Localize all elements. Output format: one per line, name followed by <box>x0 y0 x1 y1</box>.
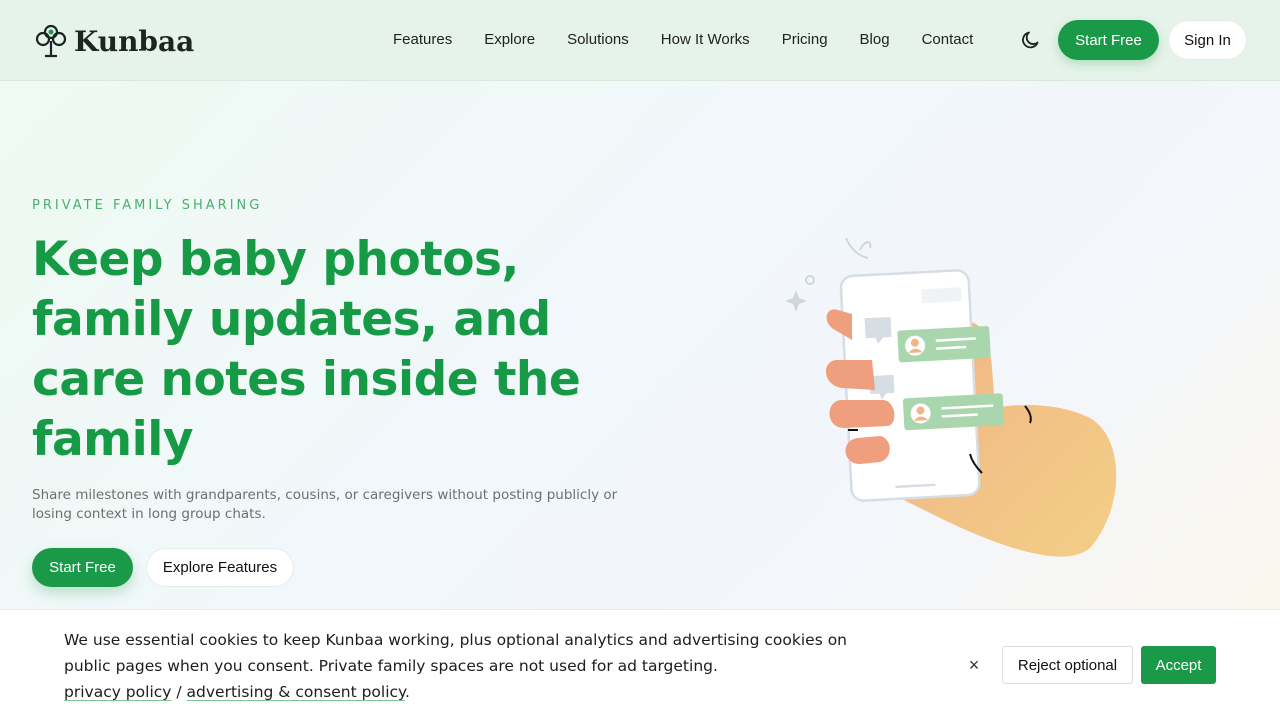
sign-in-button[interactable]: Sign In <box>1168 20 1247 60</box>
nav-blog[interactable]: Blog <box>844 28 906 52</box>
nav-how-it-works[interactable]: How It Works <box>645 28 766 52</box>
privacy-policy-link[interactable]: privacy policy <box>64 683 171 701</box>
link-separator: / <box>171 683 187 701</box>
hero-subtext: Share milestones with grandparents, cous… <box>32 487 618 522</box>
moon-icon[interactable] <box>1020 29 1042 51</box>
nav-features[interactable]: Features <box>377 28 468 52</box>
brand-name: Kunbaa <box>74 24 195 58</box>
start-free-button[interactable]: Start Free <box>1058 20 1159 60</box>
close-icon[interactable]: × <box>962 646 986 684</box>
tree-logo-icon <box>35 24 67 58</box>
main-nav: Features Explore Solutions How It Works … <box>377 28 989 52</box>
site-header: Kunbaa Features Explore Solutions How It… <box>0 0 1280 81</box>
cookie-period: . <box>405 683 410 701</box>
nav-solutions[interactable]: Solutions <box>551 28 645 52</box>
explore-features-button[interactable]: Explore Features <box>146 548 294 587</box>
hand-holding-phone-chat-illustration <box>785 237 1117 557</box>
hero-eyebrow: PRIVATE FAMILY SHARING <box>32 198 263 213</box>
logo[interactable]: Kunbaa <box>34 22 194 60</box>
accept-button[interactable]: Accept <box>1141 646 1216 684</box>
nav-pricing[interactable]: Pricing <box>766 28 844 52</box>
cookie-message: We use essential cookies to keep Kunbaa … <box>64 627 854 705</box>
reject-optional-button[interactable]: Reject optional <box>1002 646 1133 684</box>
cookie-text: We use essential cookies to keep Kunbaa … <box>64 631 847 675</box>
hero-start-free-button[interactable]: Start Free <box>32 548 133 587</box>
nav-explore[interactable]: Explore <box>468 28 551 52</box>
hero-headline: Keep baby photos, family updates, and ca… <box>32 232 581 467</box>
nav-contact[interactable]: Contact <box>906 28 990 52</box>
advertising-consent-policy-link[interactable]: advertising & consent policy <box>187 683 405 701</box>
